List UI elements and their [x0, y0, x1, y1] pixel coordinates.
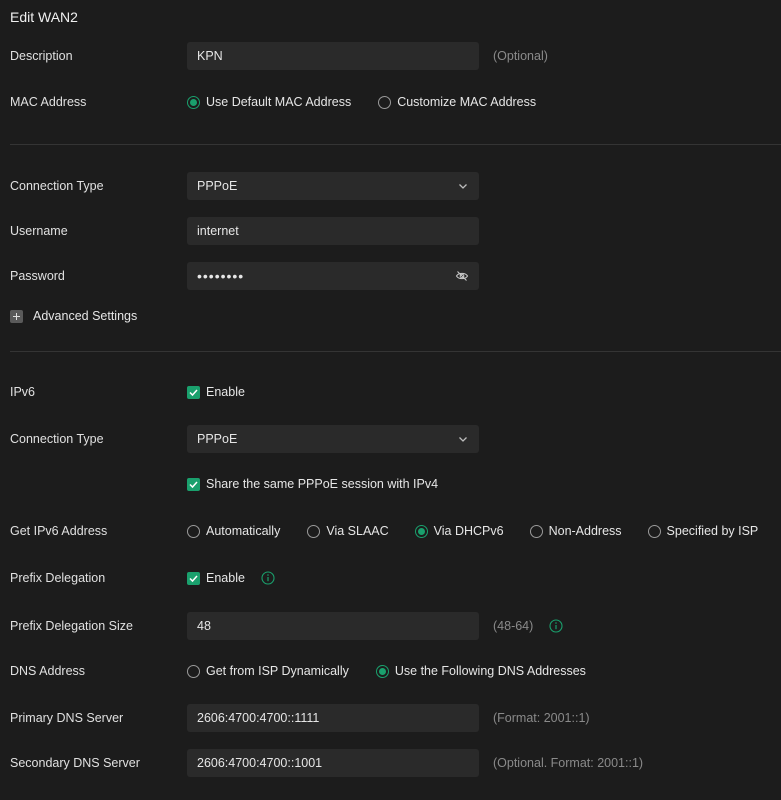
get-ipv6-address-row: Get IPv6 Address Automatically Via SLAAC… [0, 517, 781, 545]
radio-selected-icon [375, 664, 389, 678]
info-icon[interactable] [549, 619, 563, 633]
description-hint: (Optional) [493, 49, 548, 63]
info-icon[interactable] [261, 571, 275, 585]
chevron-down-icon [459, 437, 467, 442]
advanced-settings-toggle[interactable]: Advanced Settings [10, 309, 137, 323]
mac-customize-radio[interactable]: Customize MAC Address [378, 95, 536, 109]
ipv6-dhcpv6-radio[interactable]: Via DHCPv6 [414, 524, 504, 538]
advanced-settings-row: Advanced Settings [0, 302, 781, 330]
checkbox-checked-icon [187, 571, 200, 585]
secondary-dns-input[interactable]: 2606:4700:4700::1001 [187, 749, 479, 777]
ipv6-connection-type-row: Connection Type PPPoE [0, 425, 781, 453]
ipv6-label: IPv6 [10, 385, 36, 399]
username-row: Username internet [0, 217, 781, 245]
prefix-delegation-size-row: Prefix Delegation Size 48 (48-64) [0, 612, 781, 640]
password-label: Password [10, 269, 65, 283]
description-row: Description KPN (Optional) [0, 42, 781, 70]
ipv6-slaac-radio[interactable]: Via SLAAC [307, 524, 389, 538]
connection-type-select[interactable]: PPPoE [187, 172, 479, 200]
password-row: Password •••••••• [0, 262, 781, 290]
radio-unselected-icon [187, 664, 200, 678]
plus-icon [10, 309, 23, 323]
ipv6-row: IPv6 Enable [0, 378, 781, 406]
ipv6-connection-type-select[interactable]: PPPoE [187, 425, 479, 453]
username-input[interactable]: internet [187, 217, 479, 245]
connection-type-label: Connection Type [10, 179, 104, 193]
primary-dns-label: Primary DNS Server [10, 711, 124, 725]
prefix-delegation-checkbox[interactable]: Enable [187, 571, 245, 585]
connection-type-row: Connection Type PPPoE [0, 172, 781, 200]
username-label: Username [10, 224, 68, 238]
description-input[interactable]: KPN [187, 42, 479, 70]
secondary-dns-row: Secondary DNS Server 2606:4700:4700::100… [0, 749, 781, 777]
prefix-delegation-size-input[interactable]: 48 [187, 612, 479, 640]
mac-address-row: MAC Address Use Default MAC Address Cust… [0, 88, 781, 116]
ipv6-connection-type-label: Connection Type [10, 432, 104, 446]
radio-unselected-icon [378, 95, 392, 109]
ipv6-auto-radio[interactable]: Automatically [187, 524, 280, 538]
get-ipv6-address-label: Get IPv6 Address [10, 524, 108, 538]
prefix-delegation-size-hint: (48-64) [493, 619, 534, 633]
radio-unselected-icon [187, 524, 200, 538]
dns-manual-radio[interactable]: Use the Following DNS Addresses [375, 664, 586, 678]
dns-address-row: DNS Address Get from ISP Dynamically Use… [0, 657, 781, 685]
secondary-dns-label: Secondary DNS Server [10, 756, 140, 770]
chevron-down-icon [459, 184, 467, 189]
share-session-row: Share the same PPPoE session with IPv4 [0, 470, 781, 498]
radio-unselected-icon [529, 524, 543, 538]
radio-unselected-icon [307, 524, 321, 538]
dns-dynamic-radio[interactable]: Get from ISP Dynamically [187, 664, 349, 678]
ipv6-non-address-radio[interactable]: Non-Address [529, 524, 622, 538]
section-divider [10, 144, 781, 145]
ipv6-specified-by-isp-radio[interactable]: Specified by ISP [647, 524, 758, 538]
radio-unselected-icon [647, 524, 661, 538]
radio-selected-icon [187, 95, 200, 109]
ipv6-enable-checkbox[interactable]: Enable [187, 385, 245, 399]
primary-dns-row: Primary DNS Server 2606:4700:4700::1111 … [0, 704, 781, 732]
checkbox-checked-icon [187, 477, 200, 491]
dns-address-label: DNS Address [10, 664, 86, 678]
prefix-delegation-row: Prefix Delegation Enable [0, 564, 781, 592]
mac-default-radio[interactable]: Use Default MAC Address [187, 95, 351, 109]
primary-dns-hint: (Format: 2001::1) [493, 711, 590, 725]
password-input[interactable]: •••••••• [187, 262, 479, 290]
mac-address-label: MAC Address [10, 95, 87, 109]
eye-slash-icon[interactable] [455, 269, 469, 283]
description-label: Description [10, 49, 73, 63]
checkbox-checked-icon [187, 385, 200, 399]
secondary-dns-hint: (Optional. Format: 2001::1) [493, 756, 644, 770]
prefix-delegation-size-label: Prefix Delegation Size [10, 619, 133, 633]
section-divider [10, 351, 781, 352]
radio-selected-icon [414, 524, 428, 538]
page-title: Edit WAN2 [10, 9, 78, 25]
prefix-delegation-label: Prefix Delegation [10, 571, 106, 585]
primary-dns-input[interactable]: 2606:4700:4700::1111 [187, 704, 479, 732]
share-session-checkbox[interactable]: Share the same PPPoE session with IPv4 [187, 477, 438, 491]
